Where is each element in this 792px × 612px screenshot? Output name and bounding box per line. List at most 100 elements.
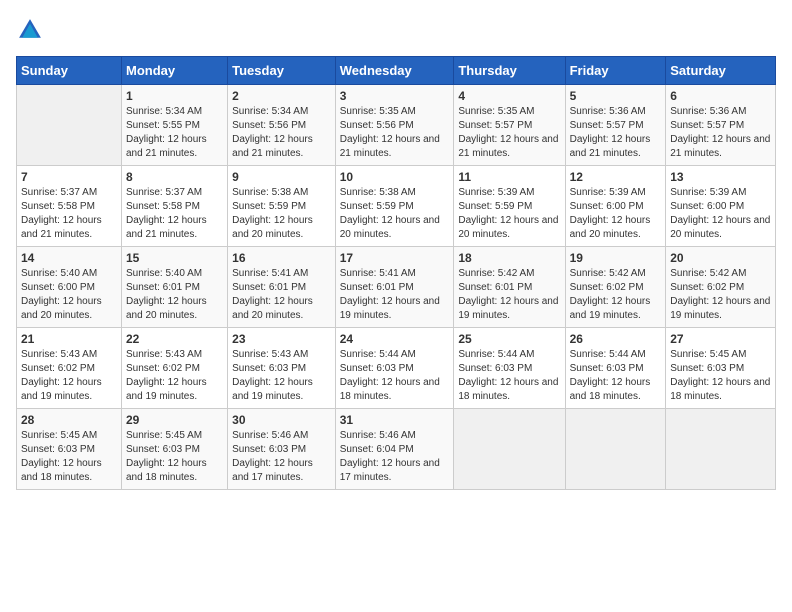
day-info: Sunrise: 5:42 AMSunset: 6:02 PMDaylight:… — [570, 267, 662, 323]
calendar-cell: 18Sunrise: 5:42 AMSunset: 6:01 PMDayligh… — [454, 247, 565, 328]
day-info: Sunrise: 5:41 AMSunset: 6:01 PMDaylight:… — [340, 267, 450, 323]
calendar-cell: 20 Sunrise: 5:42 AMSunset: 6:02 PMDayligh… — [666, 247, 776, 328]
day-number: 23 — [232, 332, 331, 346]
day-number: 17 — [340, 251, 450, 265]
column-header-saturday: Saturday — [666, 57, 776, 85]
calendar-cell: 2 Sunrise: 5:34 AMSunset: 5:56 PMDaylight… — [228, 85, 336, 166]
day-info: Sunrise: 5:45 AMSunset: 6:03 PMDaylight:… — [21, 429, 117, 485]
day-number: 16 — [232, 251, 331, 265]
day-number: 11 — [458, 170, 560, 184]
calendar-cell: 7 Sunrise: 5:37 AMSunset: 5:58 PMDaylight… — [17, 166, 122, 247]
day-info: Sunrise: 5:43 AMSunset: 6:02 PMDaylight:… — [21, 348, 117, 404]
day-info: Sunrise: 5:44 AMSunset: 6:03 PMDaylight:… — [570, 348, 662, 404]
day-info: Sunrise: 5:41 AMSunset: 6:01 PMDaylight:… — [232, 267, 331, 323]
day-number: 25 — [458, 332, 560, 346]
day-number: 22 — [126, 332, 223, 346]
calendar-cell: 10Sunrise: 5:38 AMSunset: 5:59 PMDayligh… — [335, 166, 454, 247]
column-header-tuesday: Tuesday — [228, 57, 336, 85]
calendar-cell — [666, 409, 776, 490]
column-header-wednesday: Wednesday — [335, 57, 454, 85]
day-number: 19 — [570, 251, 662, 265]
calendar-cell: 5 Sunrise: 5:36 AMSunset: 5:57 PMDaylight… — [565, 85, 666, 166]
day-number: 1 — [126, 89, 223, 103]
calendar-cell: 31Sunrise: 5:46 AMSunset: 6:04 PMDayligh… — [335, 409, 454, 490]
day-info: Sunrise: 5:39 AMSunset: 6:00 PMDaylight:… — [670, 186, 771, 242]
logo — [16, 16, 48, 44]
calendar-cell: 1 Sunrise: 5:34 AMSunset: 5:55 PMDaylight… — [121, 85, 227, 166]
calendar-cell: 22 Sunrise: 5:43 AMSunset: 6:02 PMDayligh… — [121, 328, 227, 409]
day-info: Sunrise: 5:38 AMSunset: 5:59 PMDaylight:… — [232, 186, 331, 242]
calendar-cell: 29 Sunrise: 5:45 AMSunset: 6:03 PMDayligh… — [121, 409, 227, 490]
calendar-cell: 24 Sunrise: 5:44 AMSunset: 6:03 PMDayligh… — [335, 328, 454, 409]
calendar-cell: 19 Sunrise: 5:42 AMSunset: 6:02 PMDayligh… — [565, 247, 666, 328]
calendar-cell: 28 Sunrise: 5:45 AMSunset: 6:03 PMDayligh… — [17, 409, 122, 490]
calendar-cell: 25Sunrise: 5:44 AMSunset: 6:03 PMDayligh… — [454, 328, 565, 409]
day-info: Sunrise: 5:45 AMSunset: 6:03 PMDaylight:… — [126, 429, 223, 485]
day-number: 7 — [21, 170, 117, 184]
calendar-cell — [17, 85, 122, 166]
day-number: 20 — [670, 251, 771, 265]
day-info: Sunrise: 5:36 AMSunset: 5:57 PMDaylight:… — [570, 105, 662, 161]
week-row-2: 7 Sunrise: 5:37 AMSunset: 5:58 PMDaylight… — [17, 166, 776, 247]
day-number: 21 — [21, 332, 117, 346]
day-number: 9 — [232, 170, 331, 184]
day-number: 2 — [232, 89, 331, 103]
column-header-sunday: Sunday — [17, 57, 122, 85]
day-number: 15 — [126, 251, 223, 265]
week-row-4: 21 Sunrise: 5:43 AMSunset: 6:02 PMDayligh… — [17, 328, 776, 409]
calendar-cell: 15 Sunrise: 5:40 AMSunset: 6:01 PMDayligh… — [121, 247, 227, 328]
column-header-thursday: Thursday — [454, 57, 565, 85]
week-row-3: 14Sunrise: 5:40 AMSunset: 6:00 PMDayligh… — [17, 247, 776, 328]
calendar-cell: 6 Sunrise: 5:36 AMSunset: 5:57 PMDaylight… — [666, 85, 776, 166]
calendar-cell — [565, 409, 666, 490]
calendar-cell: 11Sunrise: 5:39 AMSunset: 5:59 PMDayligh… — [454, 166, 565, 247]
day-number: 24 — [340, 332, 450, 346]
column-header-monday: Monday — [121, 57, 227, 85]
day-info: Sunrise: 5:36 AMSunset: 5:57 PMDaylight:… — [670, 105, 771, 161]
day-info: Sunrise: 5:39 AMSunset: 6:00 PMDaylight:… — [570, 186, 662, 242]
calendar-cell — [454, 409, 565, 490]
day-number: 5 — [570, 89, 662, 103]
day-number: 18 — [458, 251, 560, 265]
day-info: Sunrise: 5:38 AMSunset: 5:59 PMDaylight:… — [340, 186, 450, 242]
day-info: Sunrise: 5:46 AMSunset: 6:03 PMDaylight:… — [232, 429, 331, 485]
day-info: Sunrise: 5:40 AMSunset: 6:01 PMDaylight:… — [126, 267, 223, 323]
calendar-cell: 4 Sunrise: 5:35 AMSunset: 5:57 PMDaylight… — [454, 85, 565, 166]
day-info: Sunrise: 5:34 AMSunset: 5:55 PMDaylight:… — [126, 105, 223, 161]
day-info: Sunrise: 5:37 AMSunset: 5:58 PMDaylight:… — [21, 186, 117, 242]
day-number: 4 — [458, 89, 560, 103]
calendar-cell: 21 Sunrise: 5:43 AMSunset: 6:02 PMDayligh… — [17, 328, 122, 409]
calendar-cell: 9 Sunrise: 5:38 AMSunset: 5:59 PMDaylight… — [228, 166, 336, 247]
day-info: Sunrise: 5:44 AMSunset: 6:03 PMDaylight:… — [340, 348, 450, 404]
day-info: Sunrise: 5:35 AMSunset: 5:56 PMDaylight:… — [340, 105, 450, 161]
day-info: Sunrise: 5:37 AMSunset: 5:58 PMDaylight:… — [126, 186, 223, 242]
day-number: 12 — [570, 170, 662, 184]
day-info: Sunrise: 5:43 AMSunset: 6:02 PMDaylight:… — [126, 348, 223, 404]
calendar-cell: 14Sunrise: 5:40 AMSunset: 6:00 PMDayligh… — [17, 247, 122, 328]
day-info: Sunrise: 5:42 AMSunset: 6:02 PMDaylight:… — [670, 267, 771, 323]
week-row-5: 28 Sunrise: 5:45 AMSunset: 6:03 PMDayligh… — [17, 409, 776, 490]
calendar-header-row: SundayMondayTuesdayWednesdayThursdayFrid… — [17, 57, 776, 85]
calendar-cell: 12 Sunrise: 5:39 AMSunset: 6:00 PMDayligh… — [565, 166, 666, 247]
day-number: 29 — [126, 413, 223, 427]
day-info: Sunrise: 5:43 AMSunset: 6:03 PMDaylight:… — [232, 348, 331, 404]
calendar-table: SundayMondayTuesdayWednesdayThursdayFrid… — [16, 56, 776, 490]
day-number: 26 — [570, 332, 662, 346]
calendar-cell: 8Sunrise: 5:37 AMSunset: 5:58 PMDaylight… — [121, 166, 227, 247]
day-info: Sunrise: 5:45 AMSunset: 6:03 PMDaylight:… — [670, 348, 771, 404]
week-row-1: 1 Sunrise: 5:34 AMSunset: 5:55 PMDaylight… — [17, 85, 776, 166]
day-info: Sunrise: 5:34 AMSunset: 5:56 PMDaylight:… — [232, 105, 331, 161]
calendar-cell: 16 Sunrise: 5:41 AMSunset: 6:01 PMDayligh… — [228, 247, 336, 328]
day-info: Sunrise: 5:46 AMSunset: 6:04 PMDaylight:… — [340, 429, 450, 485]
day-info: Sunrise: 5:35 AMSunset: 5:57 PMDaylight:… — [458, 105, 560, 161]
day-number: 28 — [21, 413, 117, 427]
calendar-cell: 17 Sunrise: 5:41 AMSunset: 6:01 PMDayligh… — [335, 247, 454, 328]
day-number: 14 — [21, 251, 117, 265]
day-number: 30 — [232, 413, 331, 427]
day-number: 3 — [340, 89, 450, 103]
page-header — [16, 16, 776, 44]
day-number: 6 — [670, 89, 771, 103]
calendar-cell: 27 Sunrise: 5:45 AMSunset: 6:03 PMDayligh… — [666, 328, 776, 409]
day-number: 27 — [670, 332, 771, 346]
calendar-cell: 26 Sunrise: 5:44 AMSunset: 6:03 PMDayligh… — [565, 328, 666, 409]
